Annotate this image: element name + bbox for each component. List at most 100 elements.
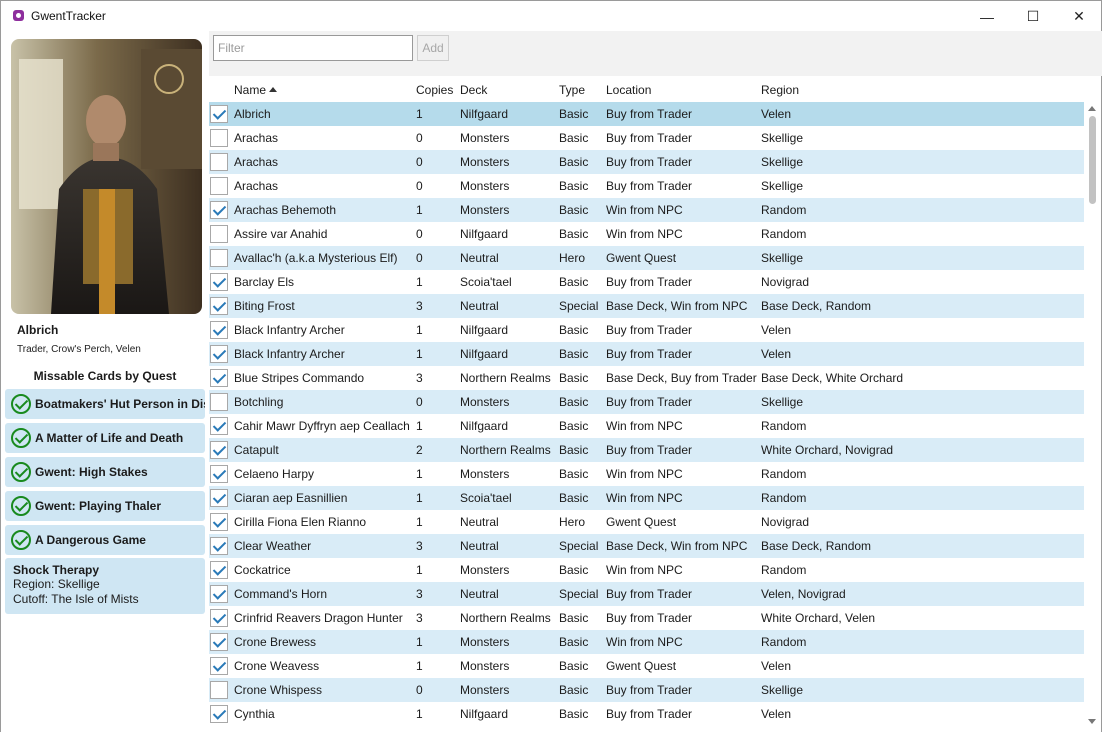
owned-checkbox[interactable] xyxy=(210,249,228,267)
owned-checkbox[interactable] xyxy=(210,345,228,363)
owned-checkbox[interactable] xyxy=(210,153,228,171)
table-row[interactable]: Ciaran aep Easnillien 1 Scoia'tael Basic Win… xyxy=(209,486,1084,510)
table-row[interactable]: Black Infantry Archer 1 Nilfgaard Basic Buy … xyxy=(209,342,1084,366)
table-row[interactable]: Cirilla Fiona Elen Rianno 1 Neutral Hero Gwe… xyxy=(209,510,1084,534)
table-row[interactable]: Crone Weavess 1 Monsters Basic Gwent Quest Ve… xyxy=(209,654,1084,678)
filter-input[interactable] xyxy=(213,35,413,61)
column-header-name[interactable]: Name xyxy=(234,83,278,97)
table-row[interactable]: Cockatrice 1 Monsters Basic Win from NPC Rand… xyxy=(209,558,1084,582)
quest-item[interactable]: A Matter of Life and Death xyxy=(5,423,205,453)
column-header-copies[interactable]: Copies xyxy=(416,83,453,97)
table-row[interactable]: Arachas 0 Monsters Basic Buy from Trader Skel… xyxy=(209,174,1084,198)
quest-item[interactable]: Gwent: High Stakes xyxy=(5,457,205,487)
grid-header: Name Copies Deck Type Location Region xyxy=(209,78,1084,100)
cell-type: Basic xyxy=(559,107,589,121)
table-row[interactable]: Arachas 0 Monsters Basic Buy from Trader Skel… xyxy=(209,150,1084,174)
owned-checkbox[interactable] xyxy=(210,657,228,675)
owned-checkbox[interactable] xyxy=(210,537,228,555)
table-row[interactable]: Crone Brewess 1 Monsters Basic Win from NPC R… xyxy=(209,630,1084,654)
cell-deck: Monsters xyxy=(460,467,510,481)
table-row[interactable]: Arachas Behemoth 1 Monsters Basic Win from N… xyxy=(209,198,1084,222)
cell-copies: 1 xyxy=(416,323,423,337)
owned-checkbox[interactable] xyxy=(210,489,228,507)
quest-item[interactable]: A Dangerous Game xyxy=(5,525,205,555)
cell-region: Skellige xyxy=(761,251,804,265)
owned-checkbox[interactable] xyxy=(210,705,228,723)
minimize-button[interactable]: — xyxy=(964,1,1010,32)
column-header-region[interactable]: Region xyxy=(761,83,799,97)
cell-region: Velen xyxy=(761,707,792,721)
owned-checkbox[interactable] xyxy=(210,369,228,387)
scroll-thumb[interactable] xyxy=(1089,116,1096,204)
owned-checkbox[interactable] xyxy=(210,225,228,243)
cell-name: Cahir Mawr Dyffryn aep Ceallach xyxy=(234,419,410,433)
owned-checkbox[interactable] xyxy=(210,201,228,219)
maximize-button[interactable]: ☐ xyxy=(1010,1,1056,32)
cell-name: Crone Weavess xyxy=(234,659,320,673)
column-header-type[interactable]: Type xyxy=(559,83,585,97)
cell-name: Celaeno Harpy xyxy=(234,467,315,481)
vertical-scrollbar[interactable] xyxy=(1085,102,1100,730)
table-row[interactable]: Clear Weather 3 Neutral Special Base Deck, W… xyxy=(209,534,1084,558)
cell-location: Gwent Quest xyxy=(606,659,677,673)
cell-name: Crinfrid Reavers Dragon Hunter xyxy=(234,611,403,625)
owned-checkbox[interactable] xyxy=(210,393,228,411)
owned-checkbox[interactable] xyxy=(210,441,228,459)
owned-checkbox[interactable] xyxy=(210,633,228,651)
table-row[interactable]: Biting Frost 3 Neutral Special Base Deck, Wi… xyxy=(209,294,1084,318)
cell-name: Assire var Anahid xyxy=(234,227,328,241)
cell-deck: Nilfgaard xyxy=(460,107,509,121)
scroll-up-icon[interactable] xyxy=(1088,106,1096,111)
table-row[interactable]: Assire var Anahid 0 Nilfgaard Basic Win from… xyxy=(209,222,1084,246)
scroll-down-icon[interactable] xyxy=(1088,719,1096,724)
cell-deck: Neutral xyxy=(460,539,499,553)
table-row[interactable]: Black Infantry Archer 1 Nilfgaard Basic Buy … xyxy=(209,318,1084,342)
table-row[interactable]: Cynthia 1 Nilfgaard Basic Buy from Trader Vel… xyxy=(209,702,1084,726)
column-header-location[interactable]: Location xyxy=(606,83,651,97)
table-row[interactable]: Botchling 0 Monsters Basic Buy from Trader Sk… xyxy=(209,390,1084,414)
cell-region: Random xyxy=(761,491,807,505)
owned-checkbox[interactable] xyxy=(210,561,228,579)
owned-checkbox[interactable] xyxy=(210,177,228,195)
cell-region: Skellige xyxy=(761,179,804,193)
owned-checkbox[interactable] xyxy=(210,129,228,147)
cell-deck: Scoia'tael xyxy=(460,491,512,505)
cell-deck: Nilfgaard xyxy=(460,227,509,241)
cell-region: Velen xyxy=(761,107,792,121)
quest-item[interactable]: Gwent: Playing Thaler xyxy=(5,491,205,521)
column-header-deck[interactable]: Deck xyxy=(460,83,487,97)
cell-region: Velen xyxy=(761,347,792,361)
table-row[interactable]: Celaeno Harpy 1 Monsters Basic Win from NPC R… xyxy=(209,462,1084,486)
table-row[interactable]: Barclay Els 1 Scoia'tael Basic Buy from Trad… xyxy=(209,270,1084,294)
check-circle-icon xyxy=(11,462,31,482)
owned-checkbox[interactable] xyxy=(210,105,228,123)
owned-checkbox[interactable] xyxy=(210,417,228,435)
owned-checkbox[interactable] xyxy=(210,513,228,531)
table-row[interactable]: Crone Whispess 0 Monsters Basic Buy from Tra… xyxy=(209,678,1084,702)
owned-checkbox[interactable] xyxy=(210,681,228,699)
cell-deck: Nilfgaard xyxy=(460,707,509,721)
table-row[interactable]: Command's Horn 3 Neutral Special Buy from Tr… xyxy=(209,582,1084,606)
close-button[interactable]: ✕ xyxy=(1056,1,1102,32)
table-row[interactable]: Albrich 1 Nilfgaard Basic Buy from Trader Vel… xyxy=(209,102,1084,126)
quest-item[interactable]: Boatmakers' Hut Person in Distress xyxy=(5,389,205,419)
table-row[interactable]: Crinfrid Reavers Dragon Hunter 3 Northern … xyxy=(209,606,1084,630)
cell-copies: 1 xyxy=(416,107,423,121)
owned-checkbox[interactable] xyxy=(210,609,228,627)
owned-checkbox[interactable] xyxy=(210,297,228,315)
cell-type: Basic xyxy=(559,659,589,673)
quest-info-card[interactable]: Shock Therapy Region: Skellige Cutoff: T… xyxy=(5,558,205,614)
table-row[interactable]: Cahir Mawr Dyffryn aep Ceallach 1 Nilfgaar… xyxy=(209,414,1084,438)
owned-checkbox[interactable] xyxy=(210,465,228,483)
table-row[interactable]: Avallac'h (a.k.a Mysterious Elf) 0 Neutral… xyxy=(209,246,1084,270)
owned-checkbox[interactable] xyxy=(210,273,228,291)
table-row[interactable]: Blue Stripes Commando 3 Northern Realms Bas… xyxy=(209,366,1084,390)
owned-checkbox[interactable] xyxy=(210,585,228,603)
table-row[interactable]: Arachas 0 Monsters Basic Buy from Trader Skel… xyxy=(209,126,1084,150)
owned-checkbox[interactable] xyxy=(210,321,228,339)
cell-location: Win from NPC xyxy=(606,563,683,577)
table-row[interactable]: Catapult 2 Northern Realms Basic Buy from Tr… xyxy=(209,438,1084,462)
cell-type: Basic xyxy=(559,347,589,361)
add-button[interactable]: Add xyxy=(417,35,449,61)
cell-region: Base Deck, Random xyxy=(761,539,872,553)
